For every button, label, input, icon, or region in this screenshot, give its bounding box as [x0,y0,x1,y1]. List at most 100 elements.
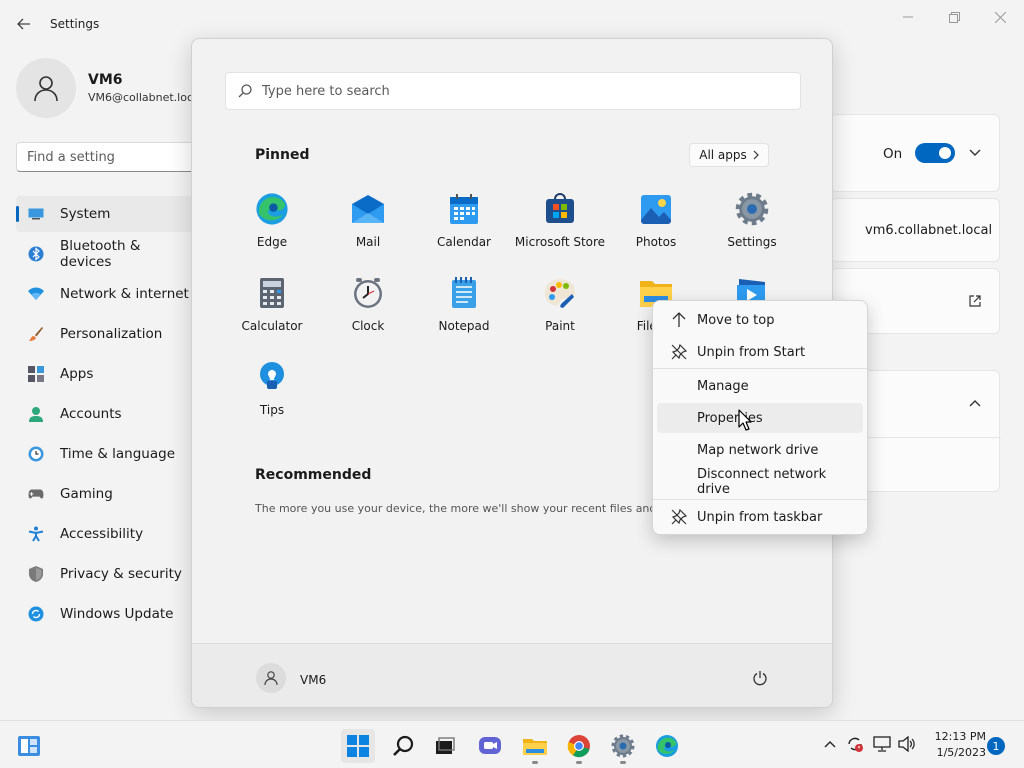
start-footer: VM6 [192,643,832,707]
sidebar-item-accounts[interactable]: Accounts [16,396,196,432]
settings-card-toggle[interactable]: On [830,114,1000,192]
context-menu: Move to top Unpin from Start Manage Propert… [652,300,868,535]
sidebar-item-label: System [60,206,111,222]
menu-separator [653,368,867,369]
taskbar-search-button[interactable] [386,729,420,763]
minimize-button[interactable] [886,6,930,28]
sidebar-item-apps[interactable]: Apps [16,356,196,392]
app-label: Notepad [438,319,490,333]
menu-item-label: Move to top [697,312,775,328]
find-setting-input[interactable]: Find a setting [16,142,216,172]
apps-icon [28,366,44,382]
menu-separator [653,499,867,500]
taskbar-edge[interactable] [650,729,684,763]
system-icon [28,206,44,222]
pinned-app-mail[interactable]: Mail [320,183,416,259]
clock-time: 12:13 PM [934,730,986,743]
chevron-down-icon[interactable] [969,149,981,157]
sidebar-item-time-language[interactable]: Time & language [16,436,196,472]
sidebar-item-label: Network & internet [60,286,189,302]
pinned-app-notepad[interactable]: Notepad [416,267,512,343]
back-button[interactable] [10,12,38,36]
menu-item-properties[interactable]: Properties [657,403,863,433]
recommended-title: Recommended [255,467,372,483]
sidebar-item-network-internet[interactable]: Network & internet [16,276,196,312]
volume-icon[interactable] [898,736,916,752]
task-view-button[interactable] [428,729,462,763]
settings-card-device[interactable]: vm6.collabnet.local [830,198,1000,262]
start-button[interactable] [341,729,375,763]
power-button[interactable] [746,664,774,692]
pinned-app-calculator[interactable]: Calculator [224,267,320,343]
menu-item-label: Unpin from taskbar [697,509,823,525]
mail-icon [350,191,386,227]
all-apps-label: All apps [699,148,747,162]
menu-item-disconnect-network-drive[interactable]: Disconnect network drive [657,467,863,497]
widgets-icon [18,736,40,756]
sidebar-item-personalization[interactable]: Personalization [16,316,196,352]
menu-item-move-to-top[interactable]: Move to top [657,305,863,335]
menu-item-unpin-from-taskbar[interactable]: Unpin from taskbar [657,502,863,532]
taskbar: 12:13 PM 1/5/2023 1 [0,720,1024,768]
pinned-app-calendar[interactable]: Calendar [416,183,512,259]
taskbar-chrome[interactable] [562,729,596,764]
maximize-button[interactable] [932,6,976,28]
pinned-app-settings[interactable]: Settings [704,183,800,259]
unpin-icon [667,344,691,360]
menu-item-label: Unpin from Start [697,344,806,360]
pinned-app-paint[interactable]: Paint [512,267,608,343]
start-search-box[interactable]: Type here to search [225,72,801,110]
arrow-up-icon [667,312,691,328]
person-icon [34,76,58,102]
sidebar-item-system[interactable]: System [16,196,196,232]
selection-indicator [16,206,19,222]
menu-item-label: Disconnect network drive [696,467,827,497]
sync-alert-icon[interactable] [846,735,864,753]
pinned-app-microsoft-store[interactable]: Microsoft Store [512,183,608,259]
device-name: vm6.collabnet.local [865,223,993,238]
menu-item-map-network-drive[interactable]: Map network drive [657,435,863,465]
pinned-app-tips[interactable]: Tips [224,351,320,427]
menu-item-unpin-from-start[interactable]: Unpin from Start [657,337,863,367]
avatar[interactable] [16,58,76,118]
sidebar-item-windows-update[interactable]: Windows Update [16,596,196,632]
shield-icon [28,566,44,582]
pinned-app-photos[interactable]: Photos [608,183,704,259]
taskbar-settings[interactable] [606,729,640,764]
menu-item-manage[interactable]: Manage [657,371,863,401]
app-label: Edge [256,235,288,249]
network-icon[interactable] [873,736,891,752]
clock-globe-icon [28,446,44,462]
close-button[interactable] [978,6,1022,28]
unpin-icon [667,509,691,525]
store-icon [542,191,578,227]
chevron-up-icon[interactable] [824,740,836,748]
pinned-app-edge[interactable]: Edge [224,183,320,259]
footer-avatar[interactable] [256,663,286,693]
windows-logo-icon [347,735,369,757]
photos-icon [638,191,674,227]
app-label: Calendar [437,235,491,249]
brush-icon [28,326,44,342]
search-placeholder: Type here to search [262,83,390,99]
sidebar-item-accessibility[interactable]: Accessibility [16,516,196,552]
sidebar-item-label: Gaming [60,486,113,502]
on-toggle[interactable] [915,143,955,163]
taskbar-file-explorer[interactable] [518,729,552,764]
notification-badge[interactable]: 1 [987,737,1005,755]
chat-button[interactable] [473,729,507,763]
power-icon [753,671,767,686]
all-apps-button[interactable]: All apps [689,143,769,167]
sidebar-item-gaming[interactable]: Gaming [16,476,196,512]
app-label: Calculator [241,319,303,333]
open-external-icon [969,295,981,307]
chevron-up-icon[interactable] [969,399,981,407]
sidebar-item-privacy-security[interactable]: Privacy & security [16,556,196,592]
chrome-icon [567,735,590,758]
clock-icon [350,275,386,311]
footer-user-name[interactable]: VM6 [300,673,326,687]
sidebar-item-bluetooth-devices[interactable]: Bluetooth & devices [16,236,196,272]
pinned-app-clock[interactable]: Clock [320,267,416,343]
taskbar-clock[interactable]: 12:13 PM 1/5/2023 [928,729,986,761]
widgets-button[interactable] [12,729,46,763]
